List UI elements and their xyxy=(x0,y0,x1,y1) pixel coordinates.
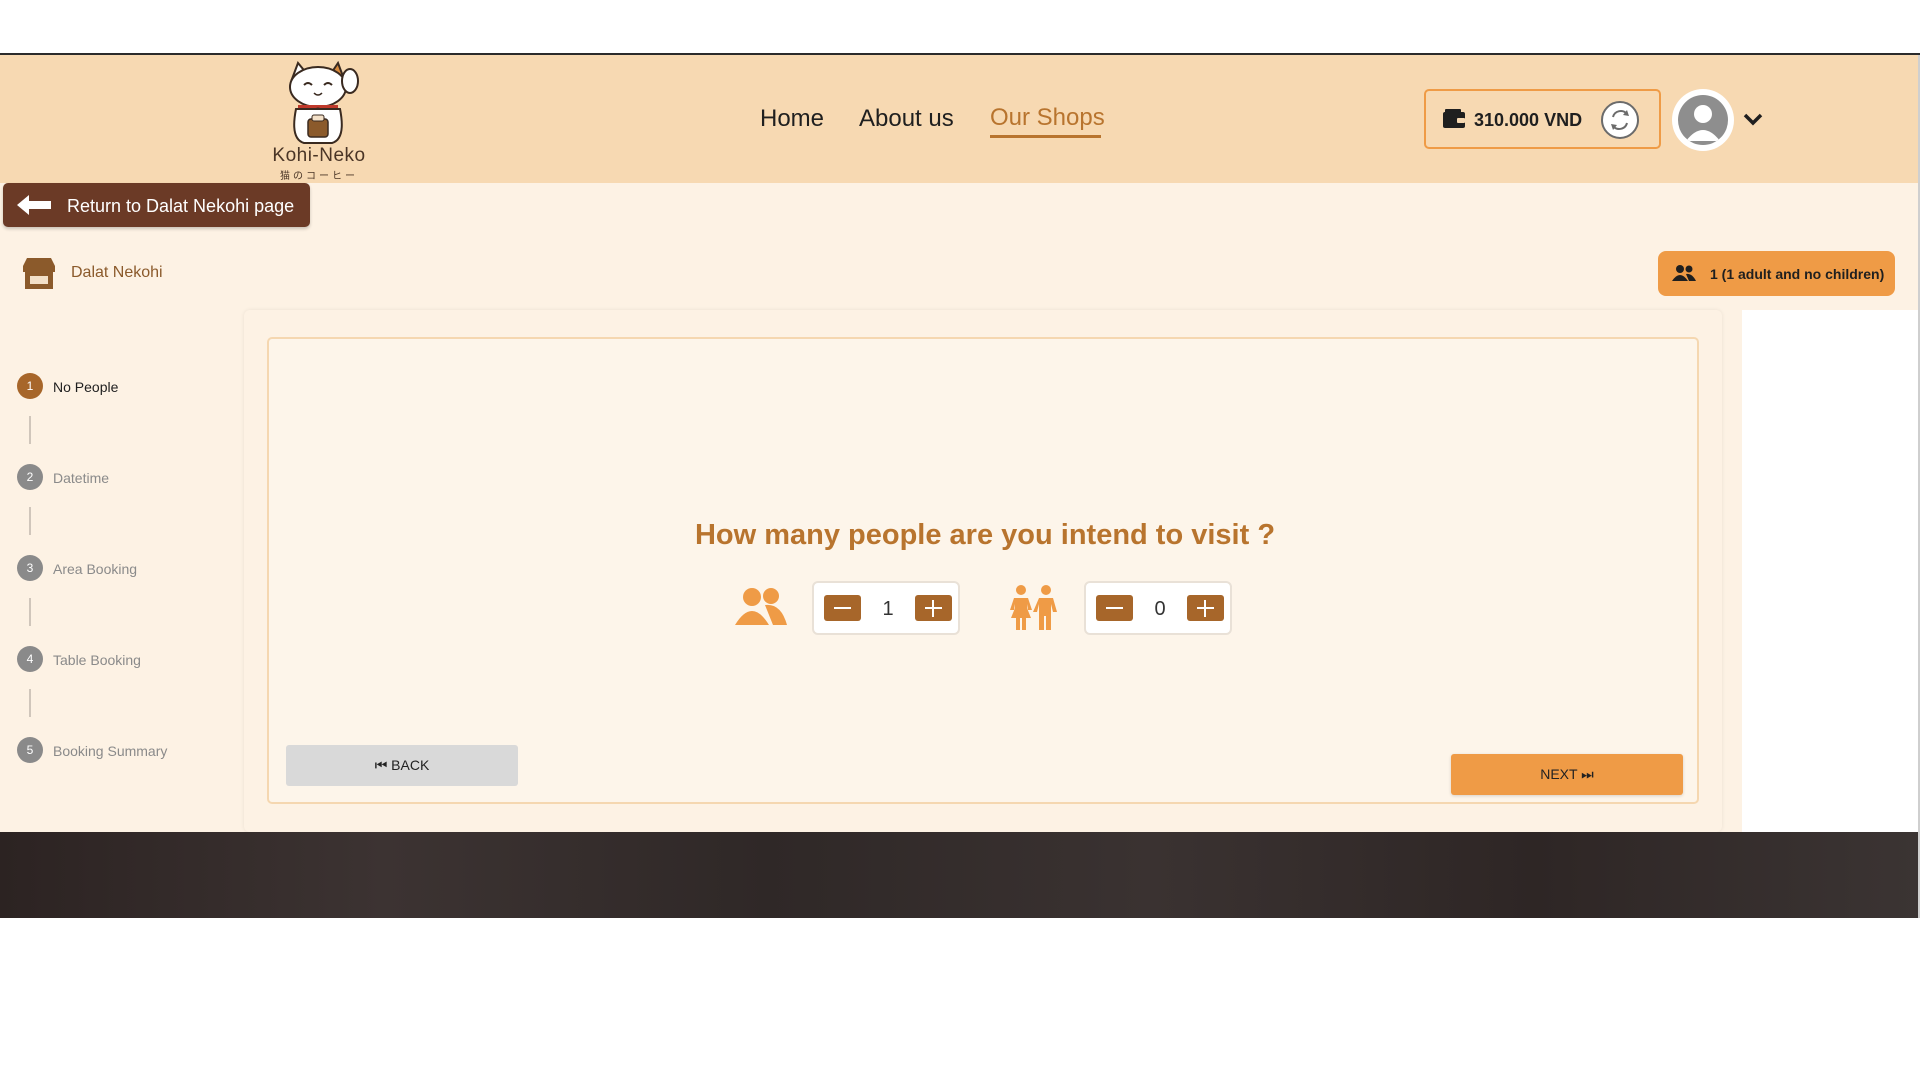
children-increment-button[interactable] xyxy=(1187,595,1224,621)
step-3-label[interactable]: Area Booking xyxy=(53,561,137,577)
people-summary-text: 1 (1 adult and no children) xyxy=(1710,266,1885,282)
nav-our-shops[interactable]: Our Shops xyxy=(990,104,1105,132)
children-counter: 0 xyxy=(1084,581,1232,635)
right-strip-blank xyxy=(1742,310,1918,832)
site-footer xyxy=(0,832,1918,918)
wallet-balance[interactable]: 310.000 VND xyxy=(1424,89,1661,149)
back-button[interactable]: ⏮ BACK xyxy=(286,745,518,786)
nav-about-us[interactable]: About us xyxy=(859,105,954,133)
children-icon xyxy=(1010,585,1057,630)
people-question: How many people are you intend to visit … xyxy=(694,519,1276,551)
arrow-left-icon xyxy=(17,195,51,215)
step-4-number: 4 xyxy=(17,646,43,672)
people-summary-badge: 1 (1 adult and no children) xyxy=(1658,251,1895,296)
step-2-number: 2 xyxy=(17,464,43,490)
step-connector xyxy=(29,598,31,626)
shop-name: Dalat Nekohi xyxy=(71,264,163,281)
shop-icon xyxy=(23,258,55,289)
next-button[interactable]: NEXT ⏭ xyxy=(1451,754,1683,795)
adults-icon xyxy=(735,588,787,625)
group-icon xyxy=(1672,265,1696,281)
nav-home[interactable]: Home xyxy=(760,105,824,133)
step-4-label[interactable]: Table Booking xyxy=(53,652,141,668)
wallet-icon xyxy=(1443,109,1465,128)
booking-panel: How many people are you intend to visit … xyxy=(267,337,1699,804)
nav-active-underline xyxy=(990,135,1101,138)
step-connector xyxy=(29,689,31,717)
step-connector xyxy=(29,416,31,444)
wallet-amount: 310.000 VND xyxy=(1474,110,1583,130)
user-avatar[interactable] xyxy=(1672,89,1734,151)
step-2-label[interactable]: Datetime xyxy=(53,470,109,486)
return-button-label: Return to Dalat Nekohi page xyxy=(67,196,295,216)
step-3-number: 3 xyxy=(17,555,43,581)
adults-increment-button[interactable] xyxy=(915,595,952,621)
adults-counter: 1 xyxy=(812,581,960,635)
brand-logo[interactable]: Kohi-Neko 猫のコーヒー xyxy=(262,60,376,182)
brand-subtitle: 猫のコーヒー xyxy=(280,171,358,182)
refresh-balance-button[interactable] xyxy=(1601,101,1639,139)
step-5-label[interactable]: Booking Summary xyxy=(53,743,167,759)
user-icon xyxy=(1686,105,1720,141)
lucky-cat-icon xyxy=(289,60,359,144)
chevron-down-icon[interactable] xyxy=(1742,111,1764,127)
site-header: Kohi-Neko 猫のコーヒー Home About us Our Shops… xyxy=(0,55,1918,183)
page: Kohi-Neko 猫のコーヒー Home About us Our Shops… xyxy=(0,0,1920,1080)
brand-name: Kohi-Neko xyxy=(272,145,366,166)
return-to-shop-button[interactable]: Return to Dalat Nekohi page xyxy=(3,183,310,227)
refresh-icon xyxy=(1611,110,1629,130)
step-5-number: 5 xyxy=(17,737,43,763)
step-1-label[interactable]: No People xyxy=(53,379,118,395)
step-1-number: 1 xyxy=(17,373,43,399)
step-connector xyxy=(29,507,31,535)
